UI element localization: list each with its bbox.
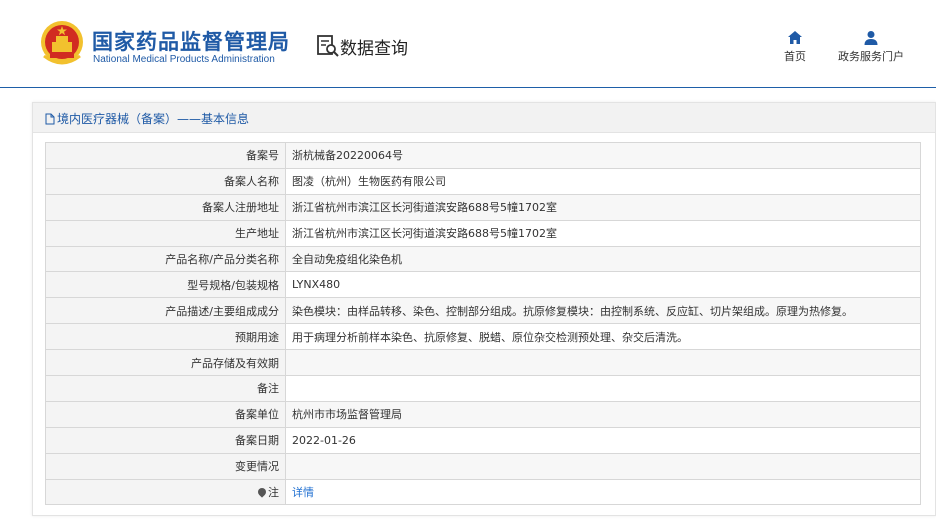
- nav-portal-link[interactable]: 政务服务门户: [836, 30, 906, 64]
- table-row: 型号规格/包装规格 LYNX480: [45, 271, 921, 299]
- row-value: 浙杭械备20220064号: [285, 142, 921, 169]
- row-value: 2022-01-26: [285, 426, 921, 454]
- pin-icon: [256, 486, 268, 498]
- user-icon: [864, 31, 878, 45]
- row-value: 浙江省杭州市滨江区长河街道滨安路688号5幢1702室: [285, 193, 921, 221]
- row-label: 备案日期: [45, 426, 286, 454]
- table-row: 备案单位 杭州市市场监督管理局: [45, 400, 921, 428]
- table-row: 备注: [45, 375, 921, 402]
- agency-name-cn: 国家药品监督管理局: [92, 30, 290, 54]
- table-row: 备案日期 2022-01-26: [45, 426, 921, 454]
- row-value: 杭州市市场监督管理局: [285, 400, 921, 428]
- data-query-icon: [317, 35, 339, 57]
- row-label: 产品存储及有效期: [45, 349, 286, 377]
- annotation-value-cell: 详情: [285, 478, 921, 506]
- nav-home-link[interactable]: 首页: [780, 30, 810, 64]
- row-label: 型号规格/包装规格: [45, 271, 286, 299]
- document-icon: [45, 113, 55, 125]
- table-row: 产品名称/产品分类名称 全自动免疫组化染色机: [45, 245, 921, 273]
- annotation-label-cell: 注: [45, 478, 286, 506]
- annotation-row: 注 详情: [45, 478, 921, 506]
- details-link[interactable]: 详情: [292, 486, 314, 499]
- table-row: 备案号 浙杭械备20220064号: [45, 142, 921, 169]
- table-row: 变更情况: [45, 452, 921, 480]
- annotation-label: 注: [268, 486, 279, 500]
- row-value: 用于病理分析前样本染色、抗原修复、脱蜡、原位杂交检测预处理、杂交后清洗。: [285, 323, 921, 351]
- agency-name-en: National Medical Products Administration: [93, 54, 275, 65]
- row-value: LYNX480: [285, 271, 921, 299]
- row-label: 备注: [45, 375, 286, 402]
- table-row: 预期用途 用于病理分析前样本染色、抗原修复、脱蜡、原位杂交检测预处理、杂交后清洗。: [45, 323, 921, 351]
- table-row: 产品存储及有效期: [45, 349, 921, 377]
- table-row: 备案人名称 图凌（杭州）生物医药有限公司: [45, 167, 921, 195]
- row-label: 变更情况: [45, 452, 286, 480]
- table-row: 生产地址 浙江省杭州市滨江区长河街道滨安路688号5幢1702室: [45, 219, 921, 247]
- row-label: 备案人名称: [45, 167, 286, 195]
- nav-home-label: 首页: [784, 50, 806, 63]
- nav-portal-label: 政务服务门户: [838, 50, 904, 63]
- row-label: 生产地址: [45, 219, 286, 247]
- table-row: 备案人注册地址 浙江省杭州市滨江区长河街道滨安路688号5幢1702室: [45, 193, 921, 221]
- row-value: [285, 375, 921, 402]
- row-value: [285, 349, 921, 377]
- basic-info-panel: 境内医疗器械（备案）——基本信息 备案号 浙杭械备20220064号 备案人名称图…: [32, 102, 936, 516]
- section-title: 数据查询: [340, 39, 408, 59]
- row-label: 备案号: [45, 142, 286, 169]
- row-value: 浙江省杭州市滨江区长河街道滨安路688号5幢1702室: [285, 219, 921, 247]
- row-value: [285, 452, 921, 480]
- row-label: 产品名称/产品分类名称: [45, 245, 286, 273]
- panel-title: 境内医疗器械（备案）——基本信息: [57, 112, 250, 126]
- site-header: 国家药品监督管理局 National Medical Products Admi…: [0, 0, 936, 88]
- row-label: 备案单位: [45, 400, 286, 428]
- national-emblem-icon: [41, 21, 83, 65]
- row-value: 染色模块：由样品转移、染色、控制部分组成。抗原修复模块：由控制系统、反应缸、切片…: [285, 297, 921, 325]
- row-value: 图凌（杭州）生物医药有限公司: [285, 167, 921, 195]
- row-label: 备案人注册地址: [45, 193, 286, 221]
- row-label: 产品描述/主要组成成分: [45, 297, 286, 325]
- panel-header: 境内医疗器械（备案）——基本信息: [33, 103, 935, 133]
- home-icon: [788, 31, 802, 44]
- row-value: 全自动免疫组化染色机: [285, 245, 921, 273]
- info-table: 备案号 浙杭械备20220064号 备案人名称 图凌（杭州）生物医药有限公司 备案人…: [45, 142, 921, 506]
- row-label: 预期用途: [45, 323, 286, 351]
- table-row: 产品描述/主要组成成分 染色模块：由样品转移、染色、控制部分组成。抗原修复模块：由…: [45, 297, 921, 325]
